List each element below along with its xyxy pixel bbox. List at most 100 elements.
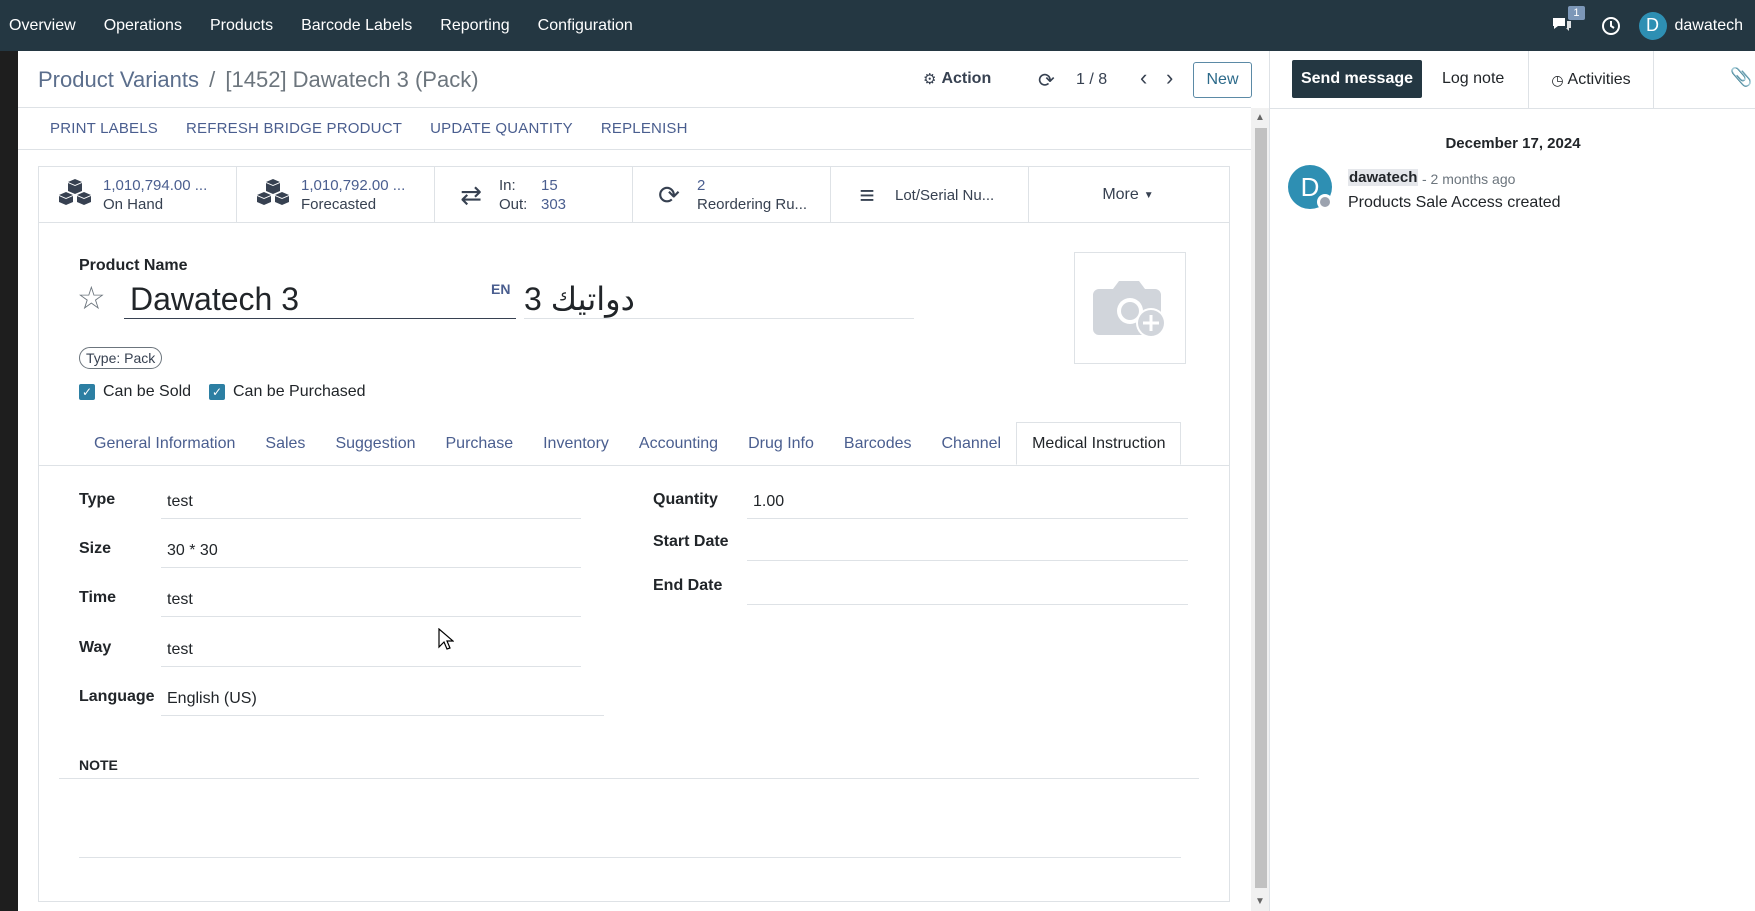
date-separator: December 17, 2024 bbox=[1445, 135, 1581, 152]
size-label: Size bbox=[79, 540, 112, 557]
message-time: - 2 months ago bbox=[1422, 171, 1516, 187]
lot-serial-button[interactable]: ≡ Lot/Serial Nu... bbox=[831, 167, 1029, 223]
tab-channel[interactable]: Channel bbox=[926, 423, 1016, 465]
end-date-label: End Date bbox=[653, 577, 723, 594]
tab-general-information[interactable]: General Information bbox=[79, 423, 250, 465]
log-note-button[interactable]: Log note bbox=[1442, 70, 1504, 88]
menu-operations[interactable]: Operations bbox=[90, 0, 196, 51]
reordering-rules-button[interactable]: ⟳ 2 Reordering Ru... bbox=[633, 167, 831, 223]
quantity-input[interactable]: 1.00 bbox=[747, 493, 1188, 519]
breadcrumb: Product Variants / [1452] Dawatech 3 (Pa… bbox=[38, 67, 479, 93]
product-name-label: Product Name bbox=[79, 257, 188, 274]
quantity-field: Quantity 1.00 bbox=[653, 491, 1193, 521]
form-scrollbar[interactable]: ▲ ▼ bbox=[1251, 108, 1269, 911]
quantity-label: Quantity bbox=[653, 491, 718, 508]
user-name[interactable]: dawatech bbox=[1675, 17, 1744, 35]
print-labels-button[interactable]: PRINT LABELS bbox=[50, 120, 158, 137]
can-be-purchased-checkbox[interactable]: ✓ Can be Purchased bbox=[209, 383, 366, 401]
menu-reporting[interactable]: Reporting bbox=[426, 0, 523, 51]
start-date-label: Start Date bbox=[653, 533, 729, 550]
can-be-sold-label: Can be Sold bbox=[103, 383, 192, 400]
refresh-bridge-product-button[interactable]: REFRESH BRIDGE PRODUCT bbox=[186, 120, 402, 137]
send-message-button[interactable]: Send message bbox=[1292, 60, 1422, 98]
chatter-panel: Send message Log note ◷ Activities 📎 Dec… bbox=[1269, 51, 1755, 911]
way-field: Way test bbox=[79, 639, 581, 669]
scrollbar-thumb[interactable] bbox=[1255, 128, 1267, 888]
more-label: More bbox=[1102, 186, 1139, 203]
checkbox-checked-icon: ✓ bbox=[79, 384, 95, 400]
product-image[interactable] bbox=[1074, 252, 1186, 364]
breadcrumb-separator: / bbox=[209, 67, 216, 92]
note-editor[interactable] bbox=[79, 857, 1181, 858]
size-input[interactable]: 30 * 30 bbox=[161, 542, 581, 568]
left-edge bbox=[0, 51, 18, 911]
tab-drug-info[interactable]: Drug Info bbox=[733, 423, 829, 465]
caret-down-icon: ▼ bbox=[1143, 189, 1154, 201]
language-label: Language bbox=[79, 688, 155, 705]
messages-badge: 1 bbox=[1568, 5, 1585, 20]
can-be-purchased-label: Can be Purchased bbox=[233, 383, 366, 400]
product-name-input[interactable]: Dawatech 3 bbox=[124, 279, 516, 319]
language-switch[interactable]: EN bbox=[491, 281, 510, 297]
forecasted-label: Forecasted bbox=[301, 196, 377, 213]
scroll-down-icon[interactable]: ▼ bbox=[1255, 896, 1265, 907]
update-quantity-button[interactable]: UPDATE QUANTITY bbox=[430, 120, 573, 137]
paperclip-icon[interactable]: 📎 bbox=[1730, 67, 1752, 88]
out-label: Out: bbox=[499, 196, 528, 213]
language-select[interactable]: English (US) bbox=[161, 690, 604, 716]
time-field: Time test bbox=[79, 589, 581, 619]
can-be-sold-checkbox[interactable]: ✓ Can be Sold bbox=[79, 383, 191, 401]
pager-value[interactable]: 1 / 8 bbox=[1076, 71, 1107, 89]
new-button[interactable]: New bbox=[1193, 62, 1252, 98]
clock-icon: ◷ bbox=[1551, 71, 1564, 88]
product-name-arabic[interactable]: دواتيك 3 bbox=[524, 279, 914, 319]
menu-barcode-labels[interactable]: Barcode Labels bbox=[287, 0, 426, 51]
star-icon[interactable]: ☆ bbox=[77, 279, 106, 317]
activities-label: Activities bbox=[1567, 71, 1631, 88]
gear-icon: ⚙ bbox=[923, 71, 937, 88]
tab-inventory[interactable]: Inventory bbox=[528, 423, 624, 465]
tab-purchase[interactable]: Purchase bbox=[431, 423, 529, 465]
tab-accounting[interactable]: Accounting bbox=[624, 423, 733, 465]
on-hand-button[interactable]: 1,010,794.00 ... On Hand bbox=[39, 167, 237, 223]
type-badge: Type: Pack bbox=[79, 347, 163, 369]
replenish-button[interactable]: REPLENISH bbox=[601, 120, 688, 137]
more-button[interactable]: More ▼ bbox=[1029, 167, 1227, 223]
end-date-field: End Date bbox=[653, 577, 1193, 607]
pager-previous-icon[interactable]: ‹ bbox=[1140, 65, 1147, 91]
tab-barcodes[interactable]: Barcodes bbox=[829, 423, 927, 465]
message-author[interactable]: dawatech bbox=[1348, 169, 1419, 186]
menu-configuration[interactable]: Configuration bbox=[524, 0, 647, 51]
menu-overview[interactable]: Overview bbox=[0, 0, 90, 51]
messages-button[interactable]: 1 bbox=[1551, 5, 1585, 36]
end-date-input[interactable] bbox=[747, 579, 1188, 605]
tab-suggestion[interactable]: Suggestion bbox=[320, 423, 430, 465]
type-field: Type test bbox=[79, 491, 581, 521]
form-sheet: 1,010,794.00 ... On Hand 1,010,792.00 ..… bbox=[38, 166, 1230, 902]
action-button[interactable]: ⚙ Action bbox=[923, 70, 991, 88]
reordering-label: Reordering Ru... bbox=[697, 196, 808, 213]
scroll-up-icon[interactable]: ▲ bbox=[1255, 112, 1265, 123]
user-avatar[interactable]: D bbox=[1638, 11, 1667, 40]
way-input[interactable]: test bbox=[161, 641, 581, 667]
type-input[interactable]: test bbox=[161, 493, 581, 519]
tab-medical-instruction[interactable]: Medical Instruction bbox=[1016, 422, 1182, 465]
menu-products[interactable]: Products bbox=[196, 0, 287, 51]
refresh-icon: ⟳ bbox=[658, 179, 680, 210]
on-hand-label: On Hand bbox=[103, 196, 164, 213]
action-label: Action bbox=[941, 70, 992, 87]
top-navbar: Overview Operations Products Barcode Lab… bbox=[0, 0, 1755, 51]
activity-button[interactable] bbox=[1601, 16, 1621, 36]
pager-next-icon[interactable]: › bbox=[1166, 65, 1173, 91]
forecasted-button[interactable]: 1,010,792.00 ... Forecasted bbox=[237, 167, 435, 223]
time-input[interactable]: test bbox=[161, 591, 581, 617]
notebook-tabs: General Information Sales Suggestion Pur… bbox=[39, 422, 1229, 466]
header-buttons: PRINT LABELS REFRESH BRIDGE PRODUCT UPDA… bbox=[18, 108, 1251, 150]
chatter-topbar: Send message Log note ◷ Activities 📎 bbox=[1270, 51, 1755, 109]
tab-sales[interactable]: Sales bbox=[250, 423, 320, 465]
start-date-input[interactable] bbox=[747, 535, 1188, 561]
refresh-icon[interactable]: ⟳ bbox=[1038, 68, 1055, 93]
activities-button[interactable]: ◷ Activities bbox=[1528, 51, 1654, 109]
in-out-button[interactable]: ⇄ In: 15 Out: 303 bbox=[435, 167, 633, 223]
breadcrumb-parent[interactable]: Product Variants bbox=[38, 67, 199, 92]
